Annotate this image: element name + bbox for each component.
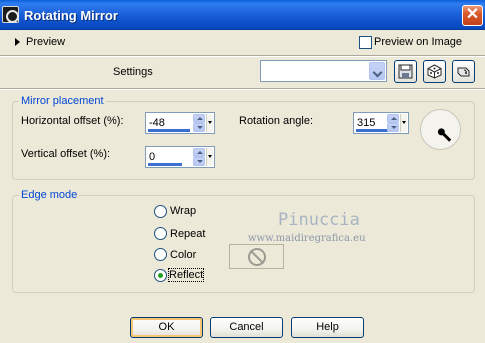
rotation-angle-value[interactable]: 315 xyxy=(357,117,375,129)
spin-up-icon[interactable] xyxy=(193,148,205,157)
help-button[interactable]: Help xyxy=(291,317,364,338)
rotation-angle-slider[interactable] xyxy=(356,129,388,132)
rotation-angle-stepper[interactable]: 315 xyxy=(353,112,409,134)
close-button[interactable]: ✕ xyxy=(462,5,483,26)
vertical-offset-value[interactable]: 0 xyxy=(149,151,155,163)
dial-needle-icon xyxy=(439,130,452,142)
spin-up-icon[interactable] xyxy=(387,114,399,123)
preview-on-image-checkbox[interactable] xyxy=(359,36,372,49)
edge-color-swatch[interactable] xyxy=(229,244,284,269)
spin-up-icon[interactable] xyxy=(193,114,205,123)
vertical-offset-stepper[interactable]: 0 xyxy=(145,146,215,168)
horizontal-offset-value[interactable]: -48 xyxy=(149,117,165,129)
window-title: Rotating Mirror xyxy=(24,8,118,23)
no-color-icon xyxy=(248,248,266,266)
dropdown-arrow-icon[interactable] xyxy=(206,148,213,166)
cancel-button[interactable]: Cancel xyxy=(210,317,283,338)
divider xyxy=(0,55,485,57)
settings-dropdown[interactable] xyxy=(260,60,387,82)
edge-mode-reflect-label[interactable]: Reflect xyxy=(167,268,205,282)
dropdown-arrow-icon[interactable] xyxy=(206,114,213,132)
edge-mode-repeat-label[interactable]: Repeat xyxy=(170,228,205,240)
spin-down-icon[interactable] xyxy=(193,123,205,132)
spin-down-icon[interactable] xyxy=(387,123,399,132)
rotation-angle-label: Rotation angle: xyxy=(239,115,313,127)
chevron-down-icon[interactable] xyxy=(369,62,385,80)
expand-triangle-icon[interactable] xyxy=(15,38,20,46)
app-icon xyxy=(2,6,19,23)
reset-button[interactable] xyxy=(452,60,475,83)
spin-buttons[interactable] xyxy=(193,114,205,132)
divider xyxy=(0,88,485,90)
edge-mode-reflect-radio[interactable] xyxy=(154,269,167,282)
rotation-dial[interactable] xyxy=(420,109,461,150)
ok-button[interactable]: OK xyxy=(130,317,203,338)
vertical-offset-label: Vertical offset (%): xyxy=(21,148,111,160)
spin-down-icon[interactable] xyxy=(193,157,205,166)
preview-toggle-label[interactable]: Preview xyxy=(26,36,65,48)
edge-mode-wrap-label[interactable]: Wrap xyxy=(170,205,196,217)
spin-buttons[interactable] xyxy=(387,114,399,132)
watermark-url: www.maidiregrafica.eu xyxy=(248,233,366,244)
randomize-dice-icon xyxy=(427,64,442,79)
title-bar[interactable]: Rotating Mirror ✕ xyxy=(0,0,485,30)
save-preset-icon xyxy=(398,64,413,79)
horizontal-offset-slider[interactable] xyxy=(148,129,190,132)
mirror-placement-title: Mirror placement xyxy=(19,95,106,107)
randomize-button[interactable] xyxy=(423,60,446,83)
watermark-name: Pinuccia xyxy=(278,210,360,230)
reset-icon xyxy=(457,67,470,77)
settings-label: Settings xyxy=(113,66,153,78)
edge-mode-title: Edge mode xyxy=(19,189,80,201)
edge-mode-color-radio[interactable] xyxy=(154,248,167,261)
edge-mode-repeat-radio[interactable] xyxy=(154,227,167,240)
edge-mode-color-label[interactable]: Color xyxy=(170,249,196,261)
edge-mode-wrap-radio[interactable] xyxy=(154,205,167,218)
horizontal-offset-stepper[interactable]: -48 xyxy=(145,112,215,134)
save-preset-button[interactable] xyxy=(394,60,417,83)
horizontal-offset-label: Horizontal offset (%): xyxy=(21,115,124,127)
spin-buttons[interactable] xyxy=(193,148,205,166)
vertical-offset-slider[interactable] xyxy=(148,163,182,166)
dropdown-arrow-icon[interactable] xyxy=(400,114,407,132)
preview-on-image-label[interactable]: Preview on Image xyxy=(374,36,462,48)
